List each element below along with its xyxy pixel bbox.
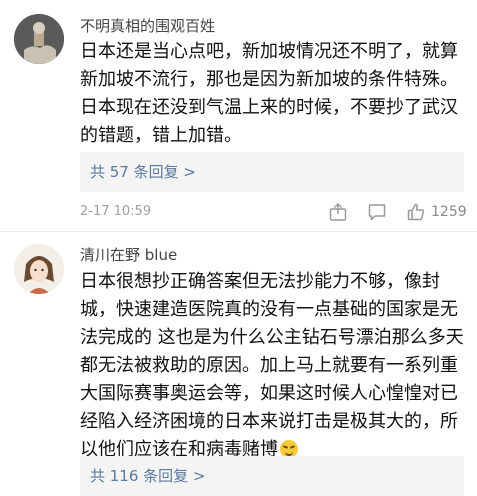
comment-line: 都无法被救助的原因。加上马上就要有一系列重 <box>80 355 458 376</box>
avatar-image <box>14 244 64 294</box>
share-icon[interactable] <box>328 202 348 222</box>
like-count: 1259 <box>431 204 467 220</box>
avatar[interactable] <box>14 14 64 64</box>
comment-line: 日本很想抄正确答案但无法抄能力不够，像封 <box>80 271 440 292</box>
comment-line: 新加坡不流行，那也是因为新加坡的条件特殊。 <box>80 69 458 90</box>
comment-line: 大国际赛事奥运会等，如果这时候人心惶惶对已 <box>80 383 458 404</box>
comment-divider <box>0 231 477 232</box>
thumbs-up-icon[interactable] <box>406 202 426 222</box>
view-replies-button[interactable]: 共 116 条回复 > <box>80 456 464 496</box>
avatar[interactable] <box>14 244 64 294</box>
comment-username[interactable]: 不明真相的围观百姓 <box>80 15 215 36</box>
comment-line: 经陷入经济困境的日本来说打击是极其大的，所 <box>80 411 458 432</box>
comment-line: 日本现在还没到气温上来的时候，不要抄了武汉 <box>80 97 458 118</box>
comment-line: 日本还是当心点吧，新加坡情况还不明了，就算 <box>80 41 458 62</box>
avatar-image <box>14 14 64 64</box>
comment-timestamp: 2-17 10:59 <box>80 204 152 219</box>
comment-line: 城，快速建造医院真的没有一点基础的国家是无 <box>80 299 458 320</box>
comment-content: 日本很想抄正确答案但无法抄能力不够，像封 城，快速建造医院真的没有一点基础的国家… <box>80 268 472 464</box>
comment-line: 法完成的 这也是为什么公主钻石号漂泊那么多天 <box>80 327 464 348</box>
view-replies-button[interactable]: 共 57 条回复 > <box>80 152 464 192</box>
comment-username[interactable]: 清川在野 blue <box>80 244 177 265</box>
comment-line: 的错题，错上加错。 <box>80 125 242 146</box>
comment-content: 日本还是当心点吧，新加坡情况还不明了，就算 新加坡不流行，那也是因为新加坡的条件… <box>80 38 472 150</box>
comment-icon[interactable] <box>367 202 387 222</box>
